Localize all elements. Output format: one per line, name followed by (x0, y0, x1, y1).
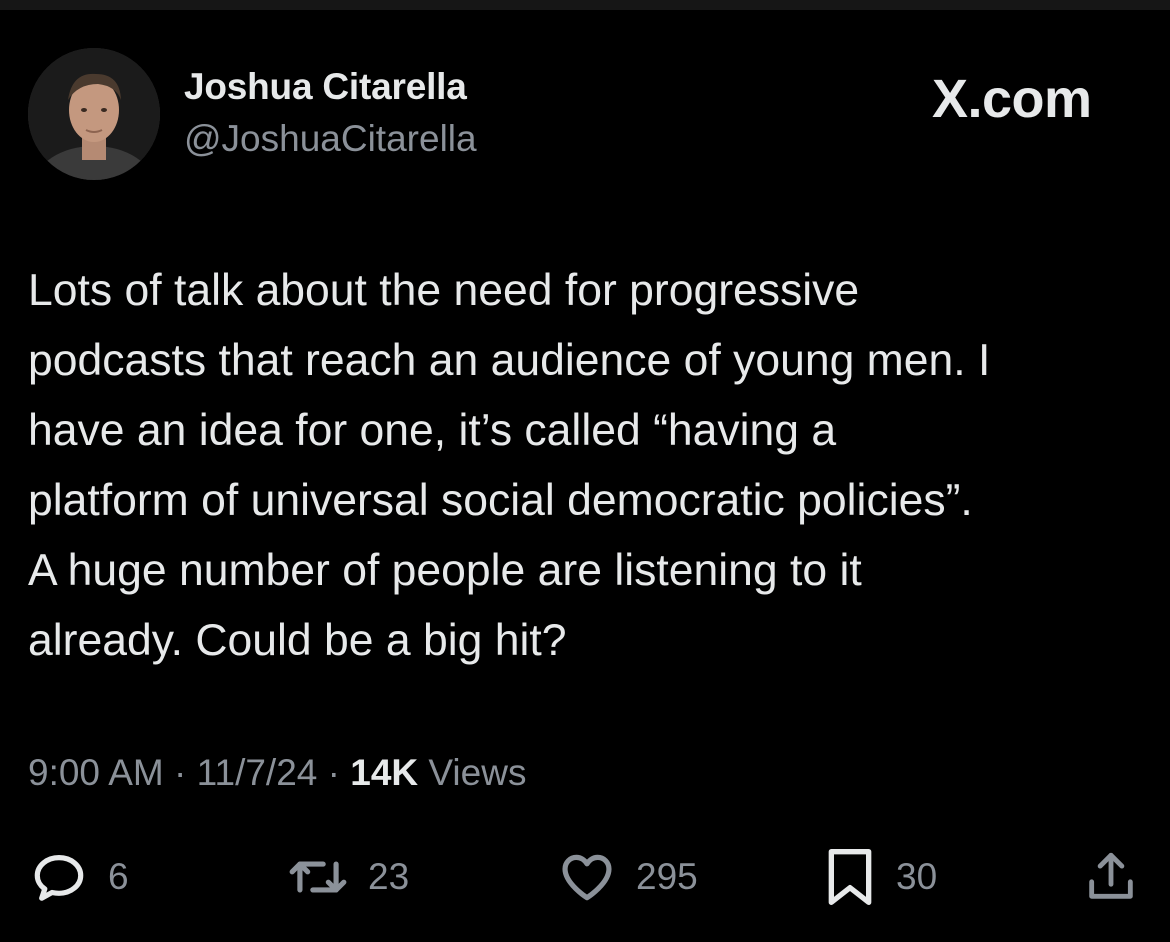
display-name[interactable]: Joshua Citarella (184, 66, 467, 108)
reply-button[interactable]: 6 (28, 845, 129, 909)
top-strip (0, 0, 1170, 10)
meta-separator: · (327, 752, 340, 793)
reply-count: 6 (108, 856, 129, 897)
repost-button[interactable]: 23 (286, 845, 409, 909)
x-logo-watermark: X.com (932, 69, 1092, 129)
share-button[interactable] (1082, 845, 1140, 909)
repost-icon (286, 846, 350, 908)
like-icon (556, 846, 618, 908)
meta-separator: · (174, 752, 187, 793)
tweet-time[interactable]: 9:00 AM (28, 752, 164, 793)
views-count[interactable]: 14K (350, 752, 418, 793)
share-icon (1082, 846, 1140, 908)
bookmark-count: 30 (896, 856, 938, 897)
tweet-meta: 9:00 AM · 11/7/24 · 14K Views (28, 752, 526, 794)
user-handle[interactable]: @JoshuaCitarella (184, 118, 477, 160)
avatar[interactable] (28, 48, 160, 180)
bookmark-button[interactable]: 30 (822, 845, 937, 909)
tweet-date[interactable]: 11/7/24 (197, 752, 318, 793)
tweet-text: Lots of talk about the need for progress… (28, 266, 991, 665)
bookmark-icon (822, 845, 878, 909)
views-label: Views (428, 752, 527, 793)
like-button[interactable]: 295 (556, 845, 698, 909)
reply-icon (28, 846, 90, 908)
like-count: 295 (636, 856, 698, 897)
repost-count: 23 (368, 856, 410, 897)
action-bar: 6 23 295 30 (0, 845, 1170, 909)
